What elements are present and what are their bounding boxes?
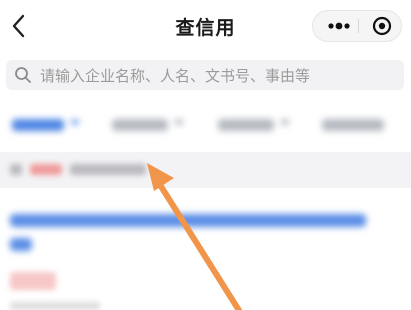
filter-tab-4-label: [322, 119, 384, 131]
search-input[interactable]: 请输入企业名称、人名、文书号、事由等: [6, 60, 404, 90]
search-placeholder: 请输入企业名称、人名、文书号、事由等: [40, 67, 311, 85]
result-card-meta: [10, 302, 100, 310]
more-dots-icon: [328, 22, 350, 30]
navigation-bar: 查信用: [0, 0, 411, 52]
more-button[interactable]: [321, 11, 357, 41]
filter-tab-1-label: [12, 119, 64, 131]
mini-program-capsule: [312, 10, 402, 42]
result-card-title[interactable]: [10, 214, 366, 227]
chevron-down-icon: [280, 120, 290, 126]
filter-row: [0, 108, 411, 144]
close-mini-program-button[interactable]: [366, 11, 398, 41]
target-close-icon: [372, 16, 392, 36]
result-count-text: [0, 152, 411, 188]
result-card-title-line-2: [10, 238, 32, 251]
chevron-down-icon: [70, 120, 80, 126]
search-icon: [15, 67, 31, 83]
filter-tab-3-label: [218, 119, 274, 131]
capsule-divider: [358, 19, 359, 33]
filter-tab-2-label: [112, 119, 168, 131]
chevron-down-icon: [174, 120, 184, 126]
result-count-strip: [0, 152, 411, 188]
status-badge: [10, 272, 56, 290]
